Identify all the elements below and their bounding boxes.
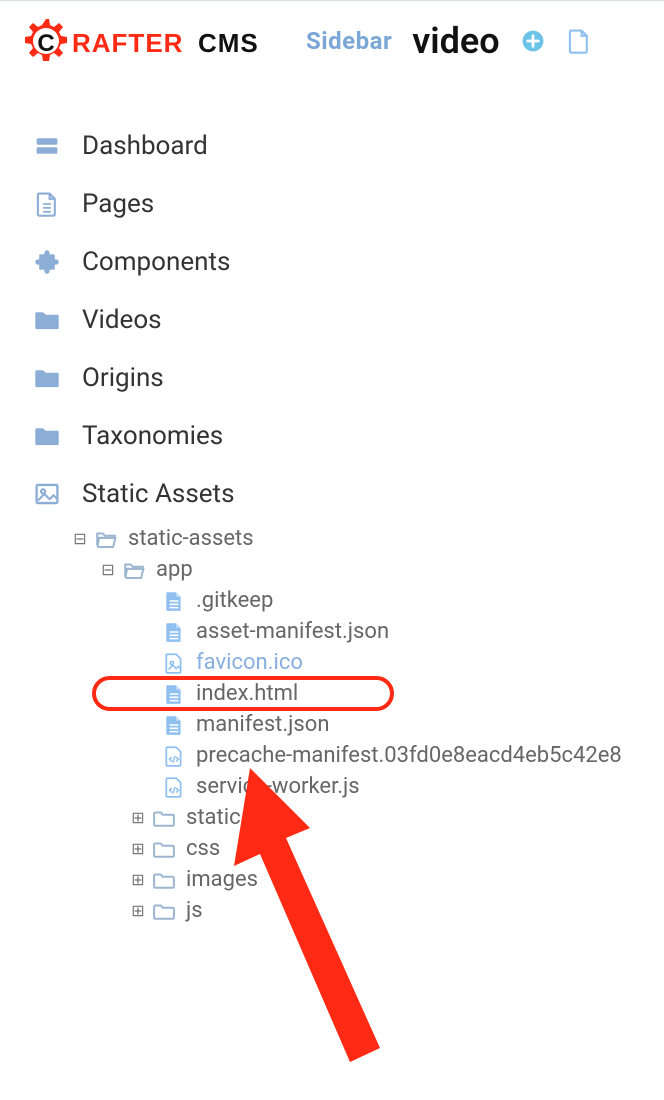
image-file-icon	[160, 651, 188, 675]
folder-open-icon	[120, 559, 148, 581]
nav-label: Origins	[82, 363, 164, 393]
file-icon	[160, 713, 188, 737]
nav-label: Videos	[82, 305, 162, 335]
nav-label: Dashboard	[82, 131, 208, 161]
tree-label: index.html	[196, 681, 298, 706]
file-icon	[160, 682, 188, 706]
tree-label: favicon.ico	[196, 650, 303, 675]
collapse-icon[interactable]: ⊟	[98, 560, 118, 579]
tree-folder-css[interactable]: ⊞ css	[60, 833, 634, 864]
tree-label: static	[186, 805, 241, 830]
folder-icon	[30, 307, 64, 333]
svg-text:CMS: CMS	[198, 28, 259, 58]
folder-icon	[30, 423, 64, 449]
nav-static-assets[interactable]: Static Assets	[30, 465, 634, 523]
tree-file-asset-manifest[interactable]: asset-manifest.json	[60, 616, 634, 647]
components-icon	[30, 249, 64, 275]
expand-icon[interactable]: ⊞	[128, 839, 148, 858]
asset-tree: ⊟ static-assets ⊟ app .gitkeep asset-man…	[30, 523, 634, 926]
expand-icon[interactable]: ⊞	[128, 808, 148, 827]
nav-origins[interactable]: Origins	[30, 349, 634, 407]
tree-file-index[interactable]: index.html	[60, 678, 634, 709]
nav-label: Components	[82, 247, 230, 277]
image-icon	[30, 481, 64, 507]
svg-text:RAFTER: RAFTER	[72, 28, 183, 58]
nav-label: Static Assets	[82, 479, 234, 509]
top-bar: C RAFTER CMS Sidebar video	[0, 0, 664, 77]
sidebar-nav: Dashboard Pages Components Videos Origin…	[0, 77, 664, 926]
nav-videos[interactable]: Videos	[30, 291, 634, 349]
folder-open-icon	[92, 528, 120, 550]
folder-closed-icon	[150, 900, 178, 922]
pages-icon	[30, 191, 64, 217]
tree-label: static-assets	[128, 526, 254, 551]
tree-folder-static-assets[interactable]: ⊟ static-assets	[60, 523, 634, 554]
tree-label: images	[186, 867, 258, 892]
svg-text:C: C	[37, 30, 54, 57]
tree-label: .gitkeep	[196, 588, 273, 613]
folder-closed-icon	[150, 869, 178, 891]
tree-label: js	[186, 898, 203, 923]
tree-label: manifest.json	[196, 712, 329, 737]
tree-file-favicon[interactable]: favicon.ico	[60, 647, 634, 678]
tree-file-precache[interactable]: precache-manifest.03fd0e8eacd4eb5c42e8	[60, 740, 634, 771]
nav-dashboard[interactable]: Dashboard	[30, 117, 634, 175]
nav-pages[interactable]: Pages	[30, 175, 634, 233]
collapse-icon[interactable]: ⊟	[70, 529, 90, 548]
nav-label: Taxonomies	[82, 421, 223, 451]
tree-label: asset-manifest.json	[196, 619, 389, 644]
new-file-button[interactable]	[566, 26, 592, 56]
tree-label: service-worker.js	[196, 774, 360, 799]
page-title: video	[412, 20, 499, 62]
tree-label: app	[156, 557, 193, 582]
tree-file-service-worker[interactable]: service-worker.js	[60, 771, 634, 802]
tree-file-manifest[interactable]: manifest.json	[60, 709, 634, 740]
nav-label: Pages	[82, 189, 154, 219]
tree-label: precache-manifest.03fd0e8eacd4eb5c42e8	[196, 743, 622, 768]
file-icon	[160, 620, 188, 644]
folder-closed-icon	[150, 807, 178, 829]
expand-icon[interactable]: ⊞	[128, 901, 148, 920]
tree-folder-app[interactable]: ⊟ app	[60, 554, 634, 585]
nav-taxonomies[interactable]: Taxonomies	[30, 407, 634, 465]
file-icon	[160, 589, 188, 613]
tree-label: css	[186, 836, 220, 861]
code-file-icon	[160, 775, 188, 799]
tree-file-gitkeep[interactable]: .gitkeep	[60, 585, 634, 616]
folder-closed-icon	[150, 838, 178, 860]
tree-folder-static[interactable]: ⊞ static	[60, 802, 634, 833]
tree-folder-images[interactable]: ⊞ images	[60, 864, 634, 895]
folder-icon	[30, 365, 64, 391]
tree-folder-js[interactable]: ⊞ js	[60, 895, 634, 926]
expand-icon[interactable]: ⊞	[128, 870, 148, 889]
nav-components[interactable]: Components	[30, 233, 634, 291]
sidebar-toggle[interactable]: Sidebar	[306, 27, 392, 55]
code-file-icon	[160, 744, 188, 768]
add-button[interactable]	[520, 28, 546, 54]
logo[interactable]: C RAFTER CMS	[20, 15, 278, 67]
dashboard-icon	[30, 133, 64, 159]
